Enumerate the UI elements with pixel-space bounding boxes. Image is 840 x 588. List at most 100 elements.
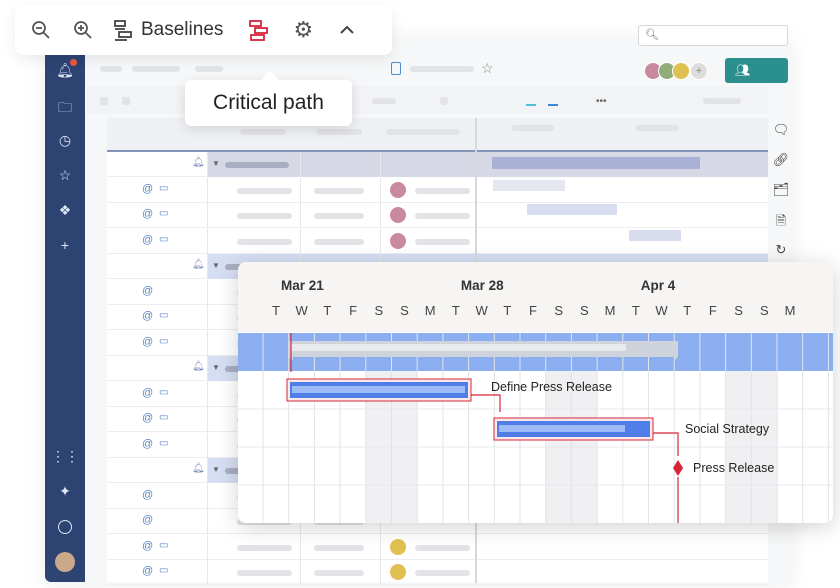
- share-button[interactable]: 👥︎: [725, 58, 788, 83]
- summary-icon[interactable]: 🗎︎: [772, 212, 790, 234]
- gantt-zoom-card: T W T F S S M T W T F S S M T W T F S S M Mar 21 Mar 28 Apr 4 De…: [238, 262, 833, 523]
- comment-icon[interactable]: ▭: [159, 234, 168, 245]
- comment-icon[interactable]: ▭: [159, 183, 168, 194]
- zoom-in-icon[interactable]: [69, 12, 97, 48]
- task-label: Social Strategy: [685, 422, 770, 436]
- sparkle-icon[interactable]: ✦: [45, 483, 85, 500]
- avatar[interactable]: [672, 62, 690, 80]
- toolbar-button[interactable]: [440, 97, 448, 105]
- attachment-icon[interactable]: @: [142, 489, 153, 501]
- column-divider: [207, 534, 208, 560]
- attachment-icon[interactable]: @: [142, 234, 153, 246]
- attachment-icon[interactable]: @: [142, 387, 153, 399]
- assignee-avatar: [390, 538, 406, 555]
- favorite-star-icon[interactable]: ☆: [481, 60, 494, 77]
- attachment-icon[interactable]: @: [142, 540, 153, 552]
- chevron-up-icon[interactable]: [333, 12, 361, 48]
- comment-icon[interactable]: ▭: [159, 540, 168, 551]
- zoom-out-icon[interactable]: [27, 12, 55, 48]
- comment-icon[interactable]: ▭: [159, 387, 168, 398]
- more-icon[interactable]: •••: [596, 96, 607, 107]
- column-header[interactable]: [316, 129, 362, 135]
- attachment-icon[interactable]: @: [142, 412, 153, 424]
- table-row[interactable]: @ ▭: [107, 203, 768, 228]
- attachment-icon[interactable]: @: [142, 285, 153, 297]
- task-label: Define Press Release: [491, 380, 612, 394]
- breadcrumb: [195, 66, 223, 72]
- summary-progress: [291, 344, 626, 351]
- comments-icon[interactable]: 🗨︎: [772, 122, 790, 138]
- collapse-icon[interactable]: ▼: [212, 465, 220, 474]
- sheet-icon: [391, 62, 401, 75]
- column-divider: [380, 534, 381, 560]
- bell-icon[interactable]: 🔔︎: [192, 259, 205, 270]
- column-divider: [207, 279, 208, 305]
- people-icon: 👥︎: [735, 63, 751, 77]
- column-divider: [300, 534, 301, 560]
- column-divider: [207, 458, 208, 483]
- comment-icon[interactable]: ▭: [159, 336, 168, 347]
- table-row[interactable]: @ ▭: [107, 560, 768, 585]
- collapse-icon[interactable]: ▼: [212, 159, 220, 168]
- gantt-header: [512, 125, 554, 131]
- critical-path-tooltip: Critical path: [185, 71, 352, 126]
- group-row[interactable]: 🔔︎ ▼: [107, 152, 768, 177]
- color-button[interactable]: [526, 104, 536, 106]
- folder-icon[interactable]: 🗀: [45, 97, 85, 121]
- cell-value: [314, 187, 364, 194]
- toolbar-button[interactable]: [372, 98, 396, 104]
- search-input[interactable]: 🔍︎: [638, 25, 788, 46]
- column-header[interactable]: [386, 129, 460, 135]
- activity-log-icon[interactable]: ↻: [772, 242, 790, 258]
- comment-icon[interactable]: ▭: [159, 438, 168, 449]
- attachment-icon[interactable]: @: [142, 208, 153, 220]
- attachment-icon[interactable]: @: [142, 183, 153, 195]
- toolbar-button[interactable]: [100, 97, 108, 105]
- column-divider: [207, 407, 208, 432]
- bell-icon[interactable]: 🔔︎: [192, 157, 205, 168]
- column-divider: [300, 152, 301, 177]
- attachment-icon[interactable]: 🔗︎: [772, 152, 790, 168]
- month-label: Mar 21: [281, 278, 324, 293]
- bell-icon[interactable]: 🔔︎: [192, 361, 205, 372]
- comment-icon[interactable]: ▭: [159, 208, 168, 219]
- clock-icon[interactable]: ◷: [45, 132, 85, 149]
- table-row[interactable]: @ ▭: [107, 177, 768, 203]
- star-icon[interactable]: ☆: [45, 167, 85, 184]
- breadcrumb: [100, 66, 122, 72]
- column-header[interactable]: [240, 129, 286, 135]
- critical-path-button[interactable]: [245, 12, 273, 48]
- attachment-icon[interactable]: @: [142, 336, 153, 348]
- assignee-name: [415, 570, 470, 576]
- attachment-icon[interactable]: @: [142, 565, 153, 577]
- plus-icon[interactable]: +: [45, 237, 85, 253]
- comment-icon[interactable]: ▭: [159, 565, 168, 576]
- task-bar: [629, 230, 681, 241]
- attachment-icon[interactable]: @: [142, 310, 153, 322]
- day-label: M: [604, 303, 616, 318]
- bell-icon[interactable]: 🔔︎: [45, 62, 85, 79]
- apps-icon[interactable]: ⋮⋮: [45, 448, 85, 465]
- table-row[interactable]: @ ▭: [107, 534, 768, 560]
- search-icon: 🔍︎: [645, 29, 659, 41]
- help-icon[interactable]: [58, 520, 72, 534]
- assignee-name: [415, 238, 470, 245]
- toolbar-button[interactable]: [122, 97, 130, 105]
- gear-icon[interactable]: ⚙: [289, 12, 317, 48]
- attachment-icon[interactable]: @: [142, 438, 153, 450]
- color-button[interactable]: [548, 104, 558, 106]
- proofing-icon[interactable]: 🗂︎: [772, 182, 790, 198]
- more-collaborators-button[interactable]: +: [690, 62, 708, 80]
- solutions-icon[interactable]: ❖: [45, 202, 85, 219]
- collapse-icon[interactable]: ▼: [212, 363, 220, 372]
- baselines-button[interactable]: Baselines: [113, 12, 223, 48]
- avatar[interactable]: [55, 552, 75, 572]
- bell-icon[interactable]: 🔔︎: [192, 463, 205, 474]
- day-label: T: [272, 303, 280, 318]
- comment-icon[interactable]: ▭: [159, 310, 168, 321]
- comment-icon[interactable]: ▭: [159, 412, 168, 423]
- attachment-icon[interactable]: @: [142, 514, 153, 526]
- toolbar-button[interactable]: [703, 98, 741, 104]
- cell-value: [237, 213, 292, 219]
- collapse-icon[interactable]: ▼: [212, 261, 220, 270]
